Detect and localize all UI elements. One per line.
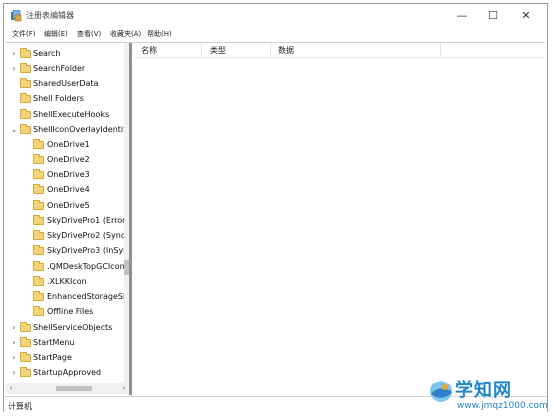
folder-icon	[33, 169, 44, 179]
tree-horizontal-scroll-thumb[interactable]	[56, 386, 92, 391]
tree-item-label: OneDrive1	[47, 140, 90, 149]
menu-edit[interactable]: 编辑(E)	[44, 29, 68, 39]
window-title: 注册表编辑器	[26, 11, 74, 20]
regedit-app-icon	[11, 10, 22, 22]
folder-icon	[20, 48, 31, 58]
tree-item-label: Search	[33, 49, 61, 58]
scroll-right-arrow-icon[interactable]: ›	[119, 383, 129, 394]
menu-file[interactable]: 文件(F)	[12, 29, 36, 39]
folder-icon	[33, 154, 44, 164]
chevron-right-icon[interactable]: ›	[10, 50, 18, 58]
tree-item-label: SearchFolder	[33, 64, 86, 73]
tree-item-label: OneDrive2	[47, 155, 90, 164]
tree-item-label: SkyDrivePro2 (SyncInPr	[47, 231, 132, 240]
values-list-header: 名称 类型 数据	[135, 43, 545, 58]
folder-icon	[33, 184, 44, 194]
column-separator[interactable]	[440, 43, 441, 57]
folder-icon	[33, 139, 44, 149]
menu-favorites[interactable]: 收藏夹(A)	[110, 29, 141, 39]
scroll-left-arrow-icon[interactable]: ‹	[6, 383, 16, 394]
watermark-title: 学知网	[455, 380, 512, 401]
folder-icon	[20, 78, 31, 88]
key-tree[interactable]: › Search › SearchFolder SharedUserData S…	[6, 43, 132, 395]
menu-help[interactable]: 帮助(H)	[147, 29, 172, 39]
chevron-down-icon[interactable]: ⌄	[10, 126, 18, 134]
globe-logo-icon	[430, 380, 452, 402]
menu-view[interactable]: 查看(V)	[77, 29, 101, 39]
folder-icon	[20, 352, 31, 362]
tree-item-label: ShellServiceObjects	[33, 323, 113, 332]
folder-icon	[33, 276, 44, 286]
chevron-right-icon[interactable]: ›	[10, 65, 18, 73]
tree-item-label: ShellIconOverlayIdentifiers	[33, 125, 132, 134]
tree-vertical-scrollbar[interactable]	[124, 43, 129, 383]
folder-icon	[33, 261, 44, 271]
tree-item-label: OneDrive3	[47, 170, 90, 179]
folder-icon	[20, 109, 31, 119]
column-header-name[interactable]: 名称	[141, 45, 157, 56]
column-separator[interactable]	[270, 43, 271, 57]
tree-item-label: .XLKKIcon	[47, 277, 87, 286]
tree-item-label: OneDrive4	[47, 185, 90, 194]
tree-item-label: ShellExecuteHooks	[33, 110, 110, 119]
tree-item-label: OneDrive5	[47, 201, 90, 210]
folder-icon	[20, 124, 31, 134]
maximize-button[interactable]: ☐	[478, 7, 508, 25]
folder-icon	[33, 215, 44, 225]
tree-horizontal-scrollbar[interactable]: ‹ ›	[6, 383, 129, 394]
folder-icon	[33, 245, 44, 255]
chevron-right-icon[interactable]: ›	[10, 324, 18, 332]
tree-item-label: StartMenu	[33, 338, 75, 347]
folder-icon	[20, 337, 31, 347]
folder-icon	[20, 93, 31, 103]
folder-icon	[33, 230, 44, 240]
folder-icon	[33, 291, 44, 301]
tree-item-label: EnhancedStorageShell	[47, 292, 132, 301]
folder-icon	[20, 367, 31, 377]
watermark: 学知网 www.jmqz1000.com	[428, 376, 552, 416]
tree-item-label: SkyDrivePro1 (ErrorCor	[47, 216, 132, 225]
tree-item-label: StartupApproved	[33, 368, 102, 377]
folder-icon	[33, 306, 44, 316]
tree-item-label: SkyDrivePro3 (InSync)	[47, 246, 132, 255]
content-area: › Search › SearchFolder SharedUserData S…	[6, 42, 545, 395]
values-list[interactable]: 名称 类型 数据	[135, 43, 545, 395]
minimize-button[interactable]: —	[447, 7, 477, 25]
registry-editor-window: 注册表编辑器 — ☐ ✕ 文件(F) 编辑(E) 查看(V) 收藏夹(A) 帮助…	[3, 3, 548, 413]
menu-bar: 文件(F) 编辑(E) 查看(V) 收藏夹(A) 帮助(H)	[4, 28, 547, 41]
chevron-right-icon[interactable]: ›	[10, 339, 18, 347]
tree-item-label: Offline Files	[47, 307, 94, 316]
column-header-data[interactable]: 数据	[278, 45, 294, 56]
watermark-url: www.jmqz1000.com	[457, 401, 548, 411]
tree-item-label: .QMDeskTopGCIcon	[47, 262, 125, 271]
title-bar: 注册表编辑器 — ☐ ✕	[4, 4, 547, 28]
status-path: 计算机	[8, 402, 32, 411]
folder-icon	[20, 63, 31, 73]
column-separator[interactable]	[201, 43, 202, 57]
folder-icon	[20, 322, 31, 332]
tree-vertical-scroll-thumb[interactable]	[124, 260, 129, 275]
tree-item-label: StartPage	[33, 353, 72, 362]
folder-icon	[33, 200, 44, 210]
column-header-type[interactable]: 类型	[210, 45, 226, 56]
chevron-right-icon[interactable]: ›	[10, 354, 18, 362]
close-button[interactable]: ✕	[511, 7, 541, 25]
tree-item-label: SharedUserData	[33, 79, 99, 88]
tree-item-label: Shell Folders	[33, 94, 84, 103]
chevron-right-icon[interactable]: ›	[10, 369, 18, 377]
